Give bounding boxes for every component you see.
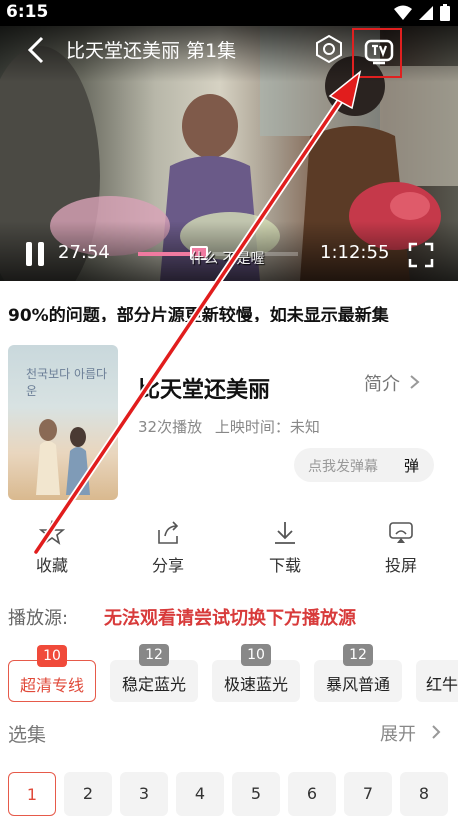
wifi-icon — [394, 5, 412, 20]
episode-item[interactable]: 7 — [344, 772, 392, 816]
video-subtitle: 什么 不是喔 — [190, 251, 265, 267]
download-icon — [275, 522, 295, 544]
share-button[interactable]: 分享 — [128, 518, 208, 578]
video-player[interactable]: 比天堂还美丽 第1集 27:54 什么 不是喔 1:12:55 — [0, 26, 458, 281]
source-count-badge: 12 — [139, 644, 169, 666]
source-item[interactable]: 红牛 — [416, 660, 458, 702]
episode-item[interactable]: 5 — [232, 772, 280, 816]
hexagon-settings-icon[interactable] — [314, 34, 344, 64]
source-name: 极速蓝光 — [223, 675, 288, 694]
cast-screen-label: 投屏 — [384, 556, 417, 575]
show-meta: 32次播放 上映时间：未知 — [138, 416, 328, 437]
status-time: 6:15 — [6, 2, 49, 22]
episodes-label: 选集 — [8, 724, 47, 746]
back-icon[interactable] — [24, 34, 52, 66]
source-count-badge: 10 — [37, 645, 67, 667]
danmu-input[interactable]: 点我发弹幕 弹 — [294, 448, 434, 482]
release-date: 上映时间：未知 — [214, 418, 320, 436]
status-bar: 6:15 — [0, 0, 458, 26]
share-label: 分享 — [151, 556, 184, 575]
expand-link[interactable]: 展开 — [380, 720, 416, 746]
download-button[interactable]: 下载 — [245, 518, 325, 578]
episode-item[interactable]: 2 — [64, 772, 112, 816]
battery-icon — [440, 4, 450, 21]
chevron-right-icon[interactable] — [430, 724, 442, 740]
source-name: 稳定蓝光 — [121, 675, 186, 694]
poster-figures — [36, 419, 90, 495]
episode-item[interactable]: 6 — [288, 772, 336, 816]
source-count-badge: 10 — [241, 644, 271, 666]
source-item[interactable]: 12 稳定蓝光 — [110, 644, 198, 702]
cast-screen-icon — [389, 522, 413, 543]
chevron-right-icon[interactable] — [408, 374, 422, 390]
star-icon — [39, 520, 65, 545]
app-screen: 6:15 比天堂还美丽 第1集 27:54 什么 不是喔 1:12:55 90%… — [0, 0, 458, 820]
status-icons — [394, 4, 450, 21]
favorite-button[interactable]: 收藏 — [12, 518, 92, 578]
tv-cast-button[interactable] — [352, 28, 402, 78]
download-label: 下载 — [268, 556, 301, 575]
poster-image[interactable]: 천국보다 아름다운 — [8, 345, 118, 500]
episode-item[interactable]: 4 — [176, 772, 224, 816]
episode-item[interactable]: 8 — [400, 772, 448, 816]
show-title: 比天堂还美丽 — [138, 378, 271, 403]
notice-text: 90%的问题，部分片源更新较慢，如未显示最新集 — [8, 306, 389, 322]
intro-link[interactable]: 简介 — [364, 370, 400, 396]
tv-cast-icon — [364, 39, 394, 65]
share-icon — [158, 521, 179, 544]
source-item[interactable]: 10 极速蓝光 — [212, 644, 300, 702]
source-item[interactable]: 10 超清专线 — [8, 645, 96, 702]
play-count: 32次播放 — [138, 418, 203, 436]
pause-icon[interactable] — [24, 241, 48, 267]
source-name: 红牛 — [426, 675, 458, 694]
cast-screen-button[interactable]: 投屏 — [361, 518, 441, 578]
current-time: 27:54 — [58, 242, 110, 263]
source-count-badge: 12 — [343, 644, 373, 666]
signal-icon — [419, 5, 433, 20]
source-name: 超清专线 — [19, 676, 84, 695]
source-item[interactable]: 12 暴风普通 — [314, 644, 402, 702]
duration: 1:12:55 — [320, 242, 390, 263]
episode-item[interactable]: 1 — [8, 772, 56, 816]
favorite-label: 收藏 — [35, 556, 68, 575]
video-title: 比天堂还美丽 第1集 — [66, 40, 237, 62]
danmu-toggle-button[interactable]: 弹 — [404, 455, 419, 476]
source-name: 暴风普通 — [325, 675, 390, 694]
source-warning: 无法观看请尝试切换下方播放源 — [104, 608, 356, 629]
episode-item[interactable]: 3 — [120, 772, 168, 816]
danmu-placeholder: 点我发弹幕 — [308, 459, 378, 475]
fullscreen-icon[interactable] — [408, 242, 434, 268]
notice-marquee: 90%的问题，部分片源更新较慢，如未显示最新集 — [0, 282, 458, 322]
source-label: 播放源: — [8, 608, 69, 629]
